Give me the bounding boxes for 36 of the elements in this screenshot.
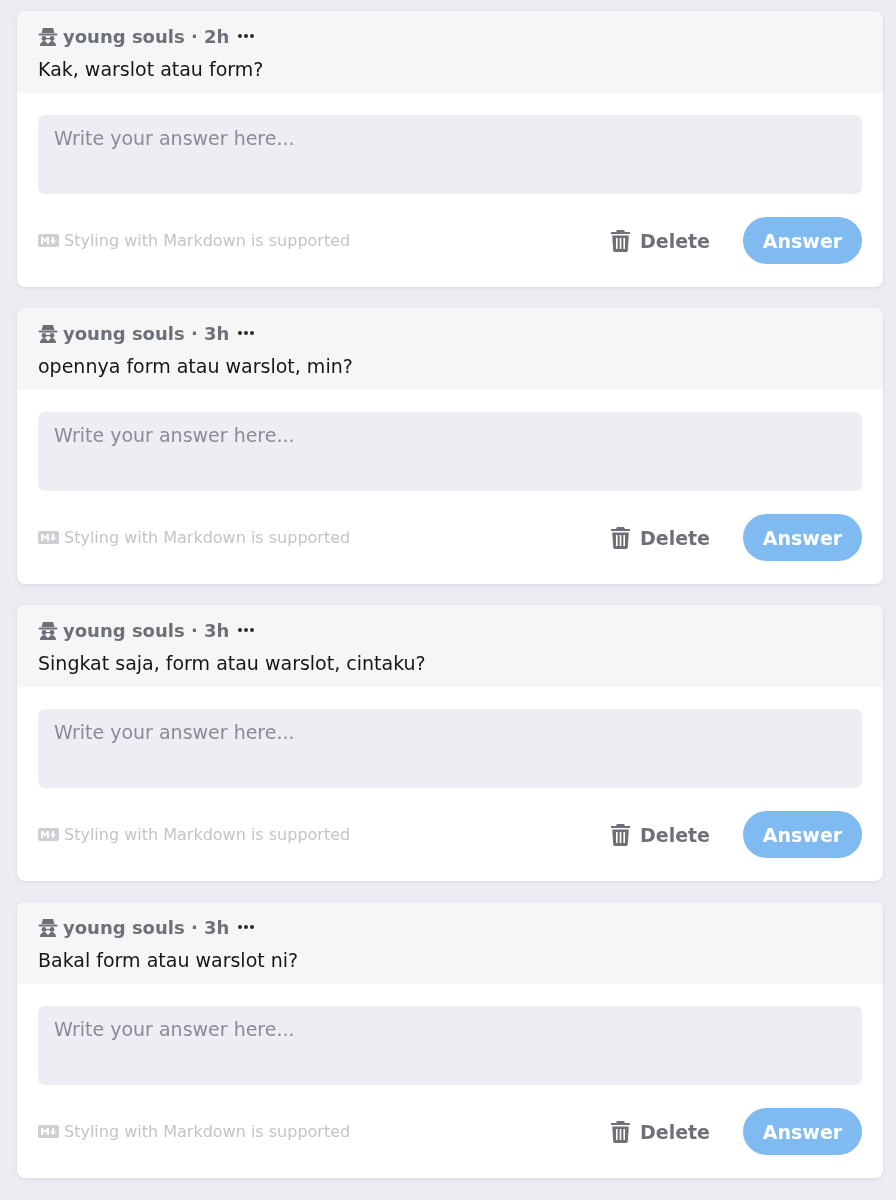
incognito-icon [38,26,58,46]
question-text: Singkat saja, form atau warslot, cintaku? [38,651,427,676]
question-text: Bakal form atau warslot ni? [38,948,300,973]
more-icon[interactable] [238,628,255,632]
answer-field[interactable]: Write your answer here... [38,709,862,788]
trash-icon [610,1120,630,1143]
markdown-note: Styling with Markdown is supported [64,231,351,250]
question-text: Kak, warslot atau form? [38,57,265,82]
markdown-icon [38,828,59,841]
answer-field[interactable]: Write your answer here... [38,1006,862,1085]
incognito-icon [38,323,58,343]
trash-icon [610,526,630,549]
incognito-icon [38,620,58,640]
markdown-icon [38,531,59,544]
markdown-note: Styling with Markdown is supported [64,825,351,844]
question-text: opennya form atau warslot, min? [38,354,354,379]
question-byline: young souls · 2h [63,25,230,47]
markdown-icon [38,234,59,247]
delete-button[interactable]: Delete [610,526,710,549]
question-byline: young souls · 3h [63,916,230,938]
more-icon[interactable] [238,34,255,38]
delete-button[interactable]: Delete [610,1120,710,1143]
trash-icon [610,823,630,846]
delete-button[interactable]: Delete [610,229,710,252]
answer-field[interactable]: Write your answer here... [38,115,862,194]
more-icon[interactable] [238,331,255,335]
markdown-icon [38,1125,59,1138]
markdown-note: Styling with Markdown is supported [64,1122,351,1141]
more-icon[interactable] [238,925,255,929]
question-byline: young souls · 3h [63,322,230,344]
incognito-icon [38,917,58,937]
question-byline: young souls · 3h [63,619,230,641]
trash-icon [610,229,630,252]
answer-field[interactable]: Write your answer here... [38,412,862,491]
markdown-note: Styling with Markdown is supported [64,528,351,547]
delete-button[interactable]: Delete [610,823,710,846]
